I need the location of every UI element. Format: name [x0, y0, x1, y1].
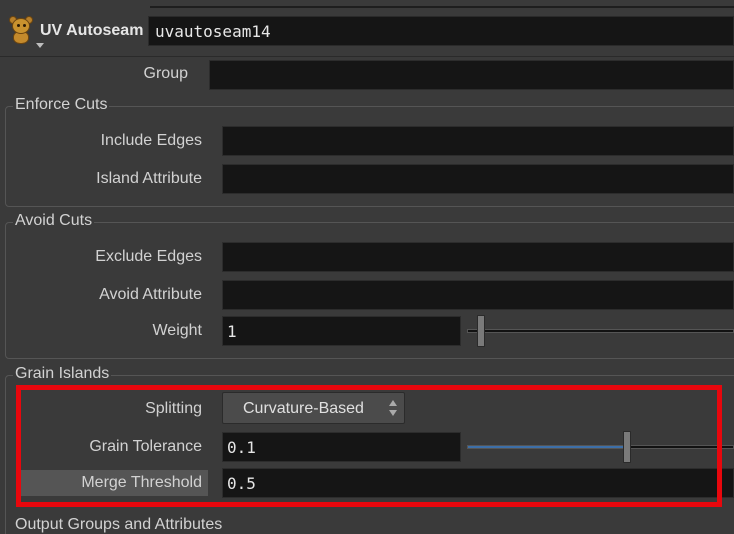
island-attribute-field[interactable]: [222, 164, 734, 194]
island-attribute-label: Island Attribute: [96, 170, 202, 187]
include-edges-label: Include Edges: [100, 132, 202, 149]
node-header: UV Autoseam uvautoseam14: [0, 14, 734, 50]
avoid-attribute-field[interactable]: [222, 280, 734, 310]
weight-slider-handle[interactable]: [477, 315, 485, 347]
node-type-label: UV Autoseam: [40, 22, 144, 39]
grain-islands-title[interactable]: Grain Islands: [13, 365, 112, 383]
avoid-attribute-label: Avoid Attribute: [99, 286, 202, 303]
chevron-down-icon[interactable]: [36, 43, 44, 48]
top-border: [150, 0, 734, 8]
header-divider: [0, 56, 734, 57]
weight-field[interactable]: 1: [222, 316, 461, 346]
group-label: Group: [143, 65, 188, 82]
node-name-field[interactable]: uvautoseam14: [148, 16, 734, 46]
enforce-cuts-title[interactable]: Enforce Cuts: [13, 96, 110, 114]
exclude-edges-label: Exclude Edges: [95, 248, 202, 265]
avoid-cuts-title[interactable]: Avoid Cuts: [13, 212, 95, 230]
weight-label: Weight: [152, 322, 202, 339]
output-groups-title[interactable]: Output Groups and Attributes: [13, 516, 225, 534]
highlight-box: [16, 385, 722, 507]
exclude-edges-field[interactable]: [222, 242, 734, 272]
teddy-bear-icon[interactable]: [8, 16, 44, 48]
weight-slider-track[interactable]: [467, 329, 734, 333]
group-field[interactable]: [209, 60, 734, 90]
include-edges-field[interactable]: [222, 126, 734, 156]
